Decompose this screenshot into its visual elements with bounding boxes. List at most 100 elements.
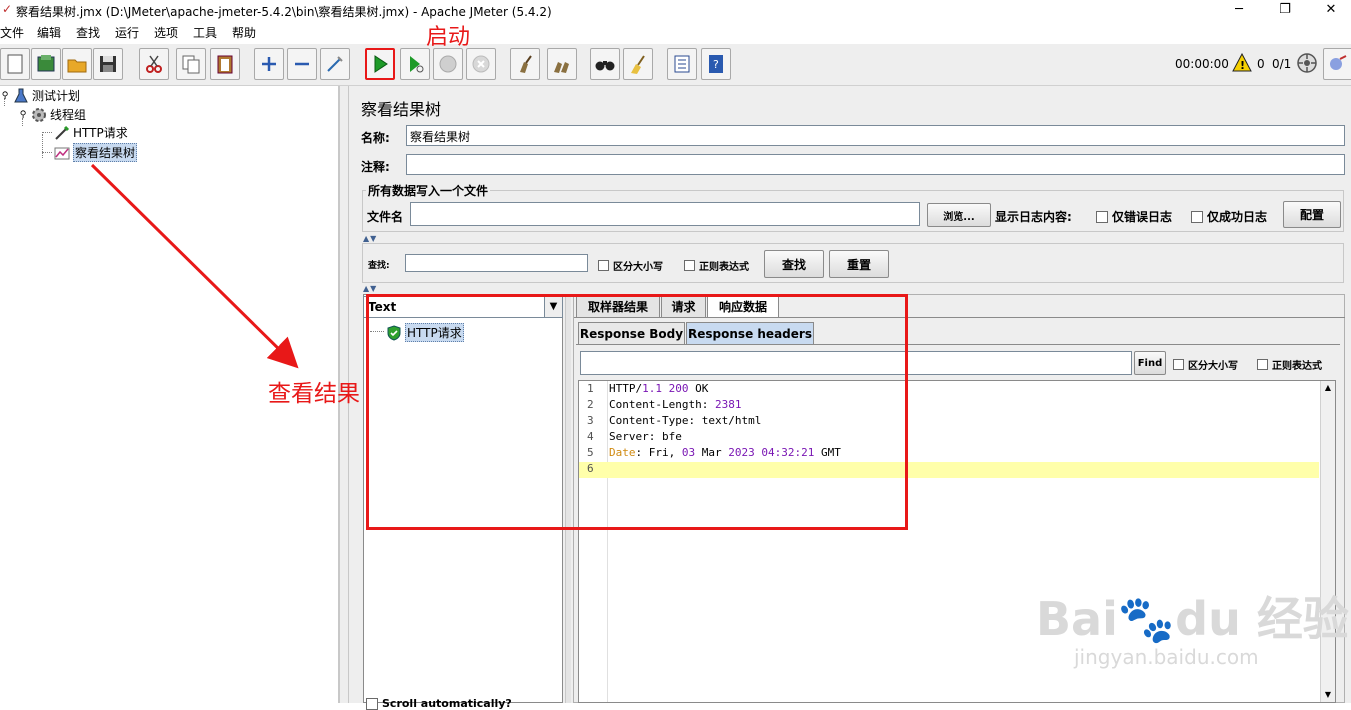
menu-options[interactable]: 选项: [154, 24, 178, 41]
regex-checkbox[interactable]: 正则表达式: [684, 258, 749, 273]
expand-handle-icon[interactable]: ⚲: [0, 88, 10, 104]
maximize-button[interactable]: ❐: [1262, 0, 1308, 20]
tree-node-view-results-tree[interactable]: 察看结果树: [54, 143, 138, 162]
templates-button[interactable]: [31, 48, 61, 80]
plus-icon: [262, 57, 276, 71]
name-label: 名称:: [361, 131, 390, 145]
clear-button[interactable]: [510, 48, 540, 80]
case-sensitive-checkbox[interactable]: 区分大小写: [598, 258, 663, 273]
collapse-arrows-icon[interactable]: ▲▼: [363, 284, 377, 293]
stop-icon: [439, 55, 457, 73]
play-icon: [374, 55, 388, 73]
menu-run[interactable]: 运行: [115, 24, 139, 41]
toggle-button[interactable]: [320, 48, 350, 80]
log-viewer-button[interactable]: [1323, 48, 1351, 80]
tree-node-label: 线程组: [50, 108, 87, 122]
test-plan-flask-icon: [13, 88, 29, 104]
paste-clipboard-icon: [217, 55, 233, 74]
jmeter-feather-icon: ✓: [2, 2, 13, 16]
window-title: 察看结果树.jmx (D:\JMeter\apache-jmeter-5.4.2…: [16, 5, 552, 19]
comment-field[interactable]: [406, 154, 1345, 175]
comment-label: 注释:: [361, 160, 390, 174]
toolbar: ?: [0, 44, 1351, 86]
filename-label: 文件名: [367, 210, 404, 224]
broom-icon: [631, 55, 645, 74]
watermark-url: jingyan.baidu.com: [1074, 645, 1259, 669]
log-content-label: 显示日志内容:: [995, 210, 1072, 224]
log-viewer-icon: [1330, 55, 1347, 70]
close-button[interactable]: ✕: [1308, 0, 1351, 20]
response-case-sensitive-checkbox[interactable]: 区分大小写: [1173, 357, 1238, 372]
start-button[interactable]: [365, 48, 395, 80]
tree-node-http-request[interactable]: HTTP请求: [54, 124, 128, 141]
clear-all-button[interactable]: [547, 48, 577, 80]
minimize-button[interactable]: ─: [1216, 0, 1262, 20]
http-sampler-pipette-icon: [54, 125, 70, 141]
svg-text:?: ?: [713, 58, 719, 71]
warning-count: 0: [1257, 57, 1265, 71]
paw-icon: 🐾: [1117, 592, 1176, 646]
title-bar: ✓ 察看结果树.jmx (D:\JMeter\apache-jmeter-5.4…: [0, 0, 1351, 20]
annotation-view-result: 查看结果: [268, 381, 360, 407]
elapsed-timer: 00:00:00: [1175, 57, 1229, 71]
menu-search[interactable]: 查找: [76, 24, 100, 41]
menu-edit[interactable]: 编辑: [37, 24, 61, 41]
new-button[interactable]: [0, 48, 30, 80]
reset-button[interactable]: 重置: [829, 250, 889, 278]
warning-icon[interactable]: !: [1232, 52, 1252, 73]
tree-node-test-plan[interactable]: ⚲ 测试计划: [0, 87, 80, 104]
tree-node-label: 察看结果树: [73, 143, 138, 162]
errors-only-checkbox[interactable]: 仅错误日志: [1096, 208, 1172, 225]
new-file-icon: [7, 54, 23, 74]
copy-button[interactable]: [176, 48, 206, 80]
collapse-arrows-icon[interactable]: ▲▼: [363, 234, 377, 243]
start-no-pauses-button[interactable]: [400, 48, 430, 80]
scissors-icon: [146, 55, 162, 73]
name-field[interactable]: 察看结果树: [406, 125, 1345, 146]
scroll-down-icon[interactable]: ▼: [1321, 688, 1335, 702]
remote-status-icon: [1296, 52, 1318, 74]
menu-bar: 文件 编辑 查找 运行 选项 工具 帮助: [0, 20, 1351, 44]
browse-button[interactable]: 浏览...: [927, 203, 991, 227]
broom-clear-icon: [520, 55, 532, 73]
menu-file[interactable]: 文件: [0, 24, 24, 41]
active-threads: 0/1: [1272, 57, 1292, 71]
toggle-wand-icon: [327, 56, 343, 72]
cut-button[interactable]: [139, 48, 169, 80]
search-input[interactable]: [405, 254, 588, 272]
filename-field[interactable]: [410, 202, 920, 226]
reset-search-button[interactable]: [623, 48, 653, 80]
binoculars-icon: [595, 61, 615, 71]
find-button[interactable]: 查找: [764, 250, 824, 278]
scroll-up-icon[interactable]: ▲: [1321, 381, 1335, 395]
watermark-brand: Bai🐾du 经验: [1036, 592, 1349, 646]
panel-title: 察看结果树: [361, 100, 442, 119]
tree-node-thread-group[interactable]: ⚲ 线程组: [18, 106, 86, 123]
configure-button[interactable]: 配置: [1283, 201, 1341, 228]
thread-group-gear-icon: [31, 107, 47, 123]
stop-button[interactable]: [433, 48, 463, 80]
menu-help[interactable]: 帮助: [232, 24, 256, 41]
svg-text:!: !: [1240, 59, 1245, 72]
minus-icon: [295, 62, 309, 66]
expand-all-button[interactable]: [254, 48, 284, 80]
expand-handle-icon[interactable]: ⚲: [18, 107, 28, 123]
list-icon: [674, 55, 690, 73]
success-only-checkbox[interactable]: 仅成功日志: [1191, 208, 1267, 225]
function-helper-button[interactable]: [667, 48, 697, 80]
shutdown-button[interactable]: [466, 48, 496, 80]
save-button[interactable]: [93, 48, 123, 80]
editor-scrollbar[interactable]: ▲ ▼: [1320, 381, 1335, 702]
collapse-all-button[interactable]: [287, 48, 317, 80]
save-disk-icon: [100, 56, 116, 72]
help-button[interactable]: ?: [701, 48, 731, 80]
open-button[interactable]: [62, 48, 92, 80]
listener-chart-icon: [54, 145, 70, 161]
response-regex-checkbox[interactable]: 正则表达式: [1257, 357, 1322, 372]
templates-icon: [37, 55, 55, 72]
menu-tools[interactable]: 工具: [193, 24, 217, 41]
search-button[interactable]: [590, 48, 620, 80]
response-find-button[interactable]: Find: [1134, 351, 1166, 375]
scroll-automatically-checkbox[interactable]: Scroll automatically?: [366, 697, 512, 710]
paste-button[interactable]: [210, 48, 240, 80]
